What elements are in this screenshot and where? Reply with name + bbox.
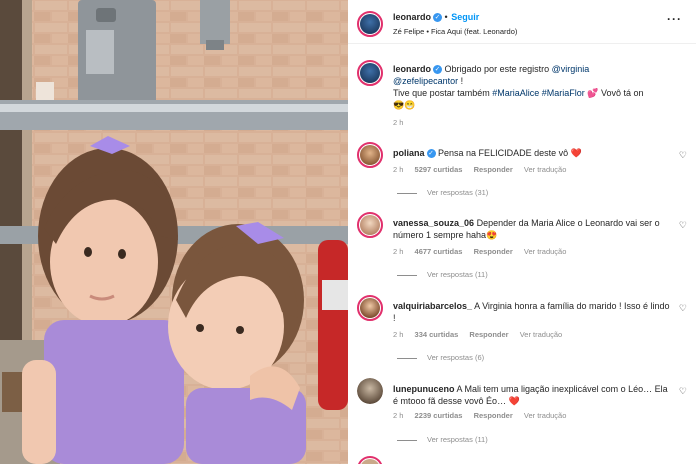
caption-line-2-end: 💕 Vovô tá on [584,88,644,98]
photo-illustration [0,0,348,464]
caption-timestamp[interactable]: 2 h [393,118,403,127]
view-replies-button[interactable]: Ver respostas (31) [397,188,488,197]
comment-meta: 2 h 2239 curtidas Responder Ver tradução [393,411,575,420]
post-photo[interactable] [0,0,348,464]
replies-line [397,439,417,441]
view-replies-label: Ver respostas (11) [427,270,488,279]
translate-button[interactable]: Ver tradução [524,165,567,174]
comment-time[interactable]: 2 h [393,165,403,174]
verified-badge-icon: ✓ [433,65,443,75]
verified-badge-icon: ✓ [426,149,436,159]
mention-virginia[interactable]: @virginia [552,64,590,74]
commenter-avatar[interactable] [357,212,383,238]
comment-username[interactable]: lunepunuceno [393,384,455,394]
comment-body: Pensa na FELICIDADE deste vô ❤️ [438,148,582,158]
post-header: leonardo ✓ • Seguir Zé Felipe • Fica Aqui… [348,0,696,44]
heart-icon[interactable]: ♡ [679,220,687,231]
caption-username[interactable]: leonardo [393,64,431,74]
mention-zefelipecantor[interactable]: @zefelipecantor [393,76,458,86]
reply-button[interactable]: Responder [474,411,513,420]
caption-body: Obrigado por este registro [444,64,552,74]
view-replies-button[interactable]: Ver respostas (11) [397,435,488,444]
replies-line [397,274,417,276]
comment-likes[interactable]: 5297 curtidas [415,165,463,174]
comment-time[interactable]: 2 h [393,330,403,339]
comment-likes[interactable]: 334 curtidas [415,330,459,339]
follow-button[interactable]: Seguir [451,12,479,22]
caption-text: leonardo ✓ Obrigado por este registro @vi… [393,63,689,111]
replies-line [397,357,417,359]
comment-text: lunepunuceno A Mali tem uma ligação inex… [393,383,673,407]
caption-avatar[interactable] [357,60,383,86]
heart-icon[interactable]: ♡ [679,303,687,314]
caption-exclaim: ! [458,76,464,86]
caption-emojis: 😎😁 [393,100,416,110]
translate-button[interactable]: Ver tradução [520,330,563,339]
reply-button[interactable]: Responder [469,330,508,339]
next-commenter-avatar[interactable] [357,456,383,464]
view-replies-label: Ver respostas (6) [427,353,485,362]
heart-icon[interactable]: ♡ [679,150,687,161]
reply-button[interactable]: Responder [474,165,513,174]
view-replies-button[interactable]: Ver respostas (11) [397,270,488,279]
comment-username[interactable]: poliana [393,148,425,158]
author-username[interactable]: leonardo [393,12,431,22]
comment-meta: 2 h 5297 curtidas Responder Ver tradução [393,165,575,174]
view-replies-button[interactable]: Ver respostas (6) [397,353,484,362]
caption-line-2: Tive que postar também [393,88,493,98]
hashtag-mariaalice[interactable]: #MariaAlice [492,88,539,98]
commenter-avatar[interactable] [357,378,383,404]
comment-text: poliana ✓ Pensa na FELICIDADE deste vô ❤️ [393,147,673,159]
view-replies-label: Ver respostas (11) [427,435,488,444]
view-replies-label: Ver respostas (31) [427,188,489,197]
comment-text: valquiriabarcelos_ A Virginia honra a fa… [393,300,673,324]
comment-meta: 2 h 334 curtidas Responder Ver tradução [393,330,571,339]
comment-time[interactable]: 2 h [393,247,403,256]
header-author: leonardo ✓ • Seguir [393,12,479,23]
reply-button[interactable]: Responder [474,247,513,256]
comment-username[interactable]: vanessa_souza_06 [393,218,474,228]
post-sidebar: leonardo ✓ • Seguir Zé Felipe • Fica Aqui… [348,0,696,464]
dot-separator: • [444,12,448,22]
comment-meta: 2 h 4677 curtidas Responder Ver tradução [393,247,575,256]
commenter-avatar[interactable] [357,295,383,321]
translate-button[interactable]: Ver tradução [524,411,567,420]
author-avatar[interactable] [357,11,383,37]
audio-track-link[interactable]: Zé Felipe • Fica Aqui (feat. Leonardo) [393,27,517,36]
replies-line [397,192,417,194]
comment-text: vanessa_souza_06 Depender da Maria Alice… [393,217,673,241]
comment-likes[interactable]: 4677 curtidas [415,247,463,256]
comment-username[interactable]: valquiriabarcelos_ [393,301,472,311]
verified-badge-icon: ✓ [433,13,443,23]
translate-button[interactable]: Ver tradução [524,247,567,256]
commenter-avatar[interactable] [357,142,383,168]
hashtag-mariaflor[interactable]: #MariaFlor [542,88,585,98]
more-horizontal-icon[interactable]: ··· [667,12,682,26]
heart-icon[interactable]: ♡ [679,386,687,397]
comment-time[interactable]: 2 h [393,411,403,420]
comment-likes[interactable]: 2239 curtidas [415,411,463,420]
